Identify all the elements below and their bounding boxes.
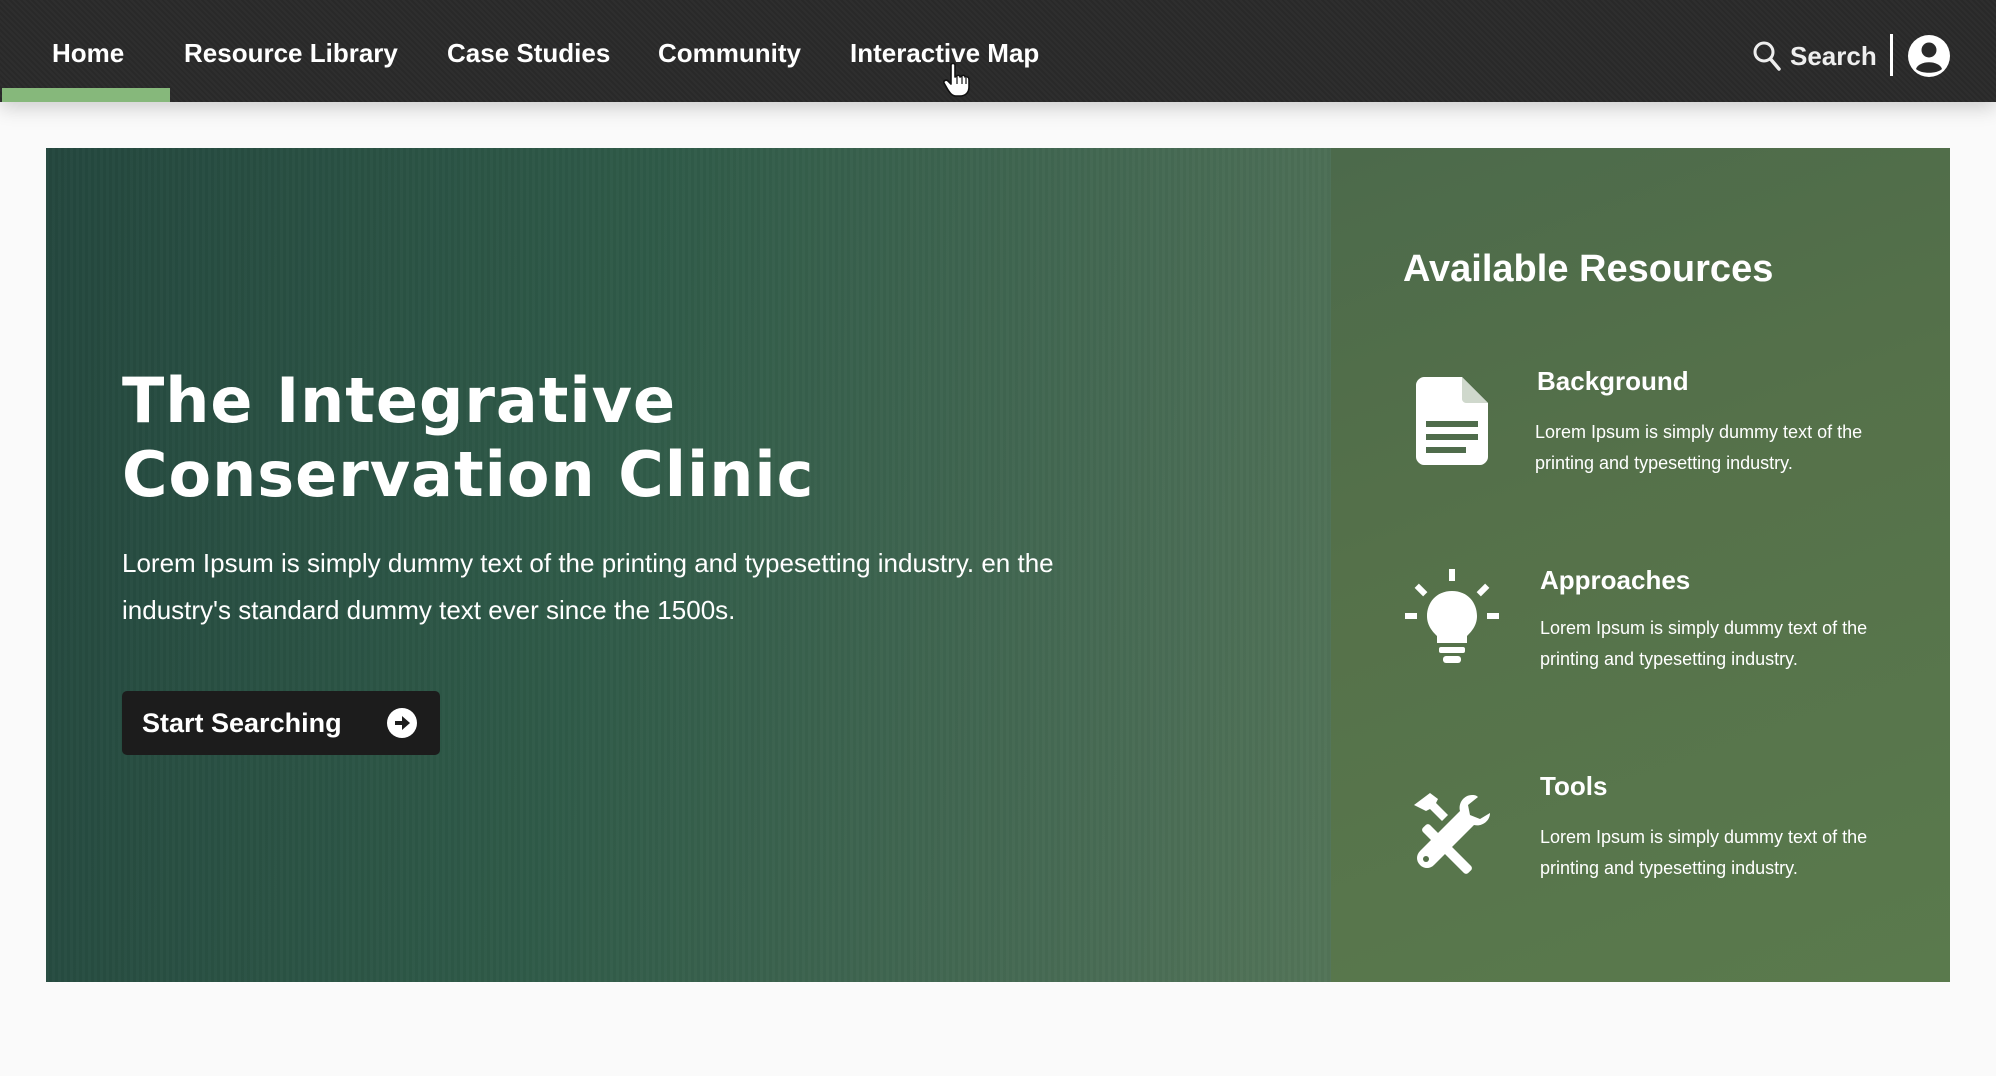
start-searching-button[interactable]: Start Searching [122,691,440,755]
resource-item-tools-description: Lorem Ipsum is simply dummy text of the … [1540,827,1868,878]
hero-title-line1: The Integrative [122,364,677,437]
search-button[interactable]: Search [1752,36,1877,76]
nav-item-home[interactable]: Home [52,38,124,69]
resources-heading: Available Resources [1403,248,1774,290]
start-searching-label: Start Searching [142,707,342,738]
nav-divider [1890,34,1893,76]
nav-active-indicator [2,88,170,102]
nav-item-case-studies[interactable]: Case Studies [447,38,610,69]
hero-title-line2: Conservation Clinic [122,438,815,511]
top-navigation: Home Resource Library Case Studies Commu… [0,0,1996,102]
resource-item-tools-title[interactable]: Tools [1540,771,1607,802]
lightbulb-icon [1405,569,1499,663]
search-icon [1753,41,1781,71]
document-icon [1416,377,1488,465]
nav-item-resource-library[interactable]: Resource Library [184,38,398,69]
resource-item-background-description: Lorem Ipsum is simply dummy text of the … [1535,422,1863,473]
resource-item-approaches-title[interactable]: Approaches [1540,565,1690,596]
hero-description: Lorem Ipsum is simply dummy text of the … [122,548,1054,625]
search-label: Search [1790,40,1877,71]
tools-icon [1414,793,1490,874]
hand-pointer-icon [943,62,970,97]
resource-item-background-title[interactable]: Background [1537,366,1689,397]
resource-item-approaches-description: Lorem Ipsum is simply dummy text of the … [1540,618,1868,669]
hero-title: The Integrative Conservation Clinic [122,364,1122,512]
nav-item-community[interactable]: Community [658,38,801,69]
user-circle-icon[interactable] [1907,34,1951,78]
hero-banner: The Integrative Conservation Clinic Lore… [46,148,1950,982]
arrow-circle-right-icon [387,708,417,738]
